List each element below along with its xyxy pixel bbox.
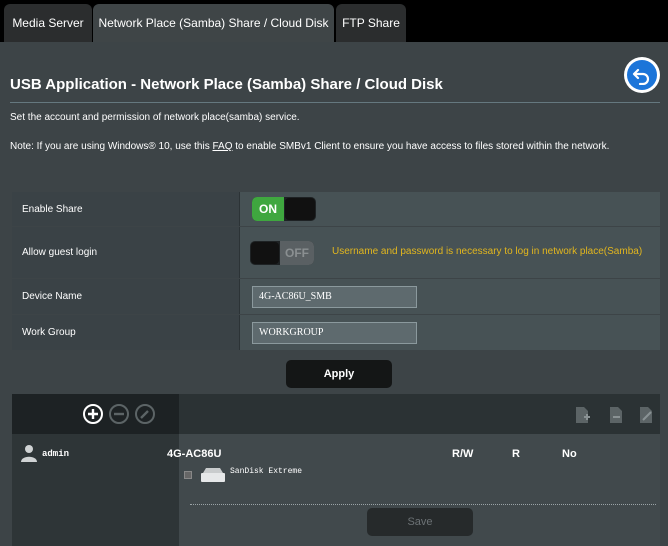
toggle-off-text: OFF: [280, 241, 314, 265]
remove-account-icon[interactable]: [108, 403, 130, 425]
enable-share-label: Enable Share: [12, 192, 240, 226]
tab-samba-share[interactable]: Network Place (Samba) Share / Cloud Disk: [93, 4, 334, 42]
disk-name[interactable]: SanDisk Extreme: [230, 467, 302, 476]
toggle-knob: [251, 242, 279, 264]
toggle-knob: [285, 198, 315, 220]
add-folder-icon[interactable]: [574, 403, 592, 425]
toggle-on-text: ON: [252, 197, 284, 221]
work-group-row: Work Group WORKGROUP: [12, 315, 660, 350]
modify-folder-icon[interactable]: [638, 403, 656, 425]
tree-expand-toggle[interactable]: [184, 471, 192, 479]
apply-button[interactable]: Apply: [286, 360, 392, 388]
account-list-header: [12, 394, 660, 434]
settings-form: Enable Share ON Allow guest login OFF Us…: [12, 192, 660, 350]
back-button[interactable]: [624, 57, 660, 93]
enable-share-toggle[interactable]: ON: [252, 197, 316, 221]
permission-no-header: No: [562, 448, 577, 460]
guest-login-label: Allow guest login: [12, 227, 240, 278]
guest-login-toggle[interactable]: OFF: [250, 241, 314, 265]
permission-r-header: R: [512, 448, 520, 460]
permission-rw-header: R/W: [452, 448, 474, 460]
tab-ftp-share[interactable]: FTP Share: [336, 4, 406, 42]
device-name-input[interactable]: 4G-AC86U_SMB: [252, 286, 417, 308]
account-column: admin: [12, 434, 179, 546]
edit-account-icon[interactable]: [134, 403, 156, 425]
usb-disk-icon: [201, 468, 225, 482]
note-text-before: Note: If you are using Windows® 10, use …: [10, 141, 213, 152]
enable-share-row: Enable Share ON: [12, 192, 660, 226]
page-title: USB Application - Network Place (Samba) …: [10, 76, 443, 93]
work-group-label: Work Group: [12, 315, 240, 350]
title-divider: [10, 102, 660, 103]
windows-note: Note: If you are using Windows® 10, use …: [10, 138, 662, 156]
user-icon: [21, 445, 37, 462]
account-list-body: admin 4G-AC86U R/W R No SanDisk Extreme …: [12, 434, 660, 546]
faq-link[interactable]: FAQ: [212, 141, 232, 152]
dotted-divider: [190, 504, 656, 505]
account-name[interactable]: admin: [42, 449, 69, 459]
device-name-row: Device Name 4G-AC86U_SMB: [12, 279, 660, 314]
page-description: Set the account and permission of networ…: [10, 112, 300, 123]
note-text-after: to enable SMBv1 Client to ensure you hav…: [232, 141, 610, 152]
add-account-icon[interactable]: [82, 403, 104, 425]
save-button[interactable]: Save: [367, 508, 473, 536]
work-group-input[interactable]: WORKGROUP: [252, 322, 417, 344]
tab-bar: Media Server Network Place (Samba) Share…: [0, 0, 668, 42]
device-folder-name: 4G-AC86U: [167, 448, 222, 460]
tab-media-server[interactable]: Media Server: [4, 4, 92, 42]
guest-login-hint: Username and password is necessary to lo…: [332, 246, 643, 257]
device-name-label: Device Name: [12, 279, 240, 314]
delete-folder-icon[interactable]: [608, 403, 626, 425]
account-actions: [12, 394, 179, 434]
back-arrow-icon: [627, 60, 657, 90]
guest-login-row: Allow guest login OFF Username and passw…: [12, 227, 660, 278]
